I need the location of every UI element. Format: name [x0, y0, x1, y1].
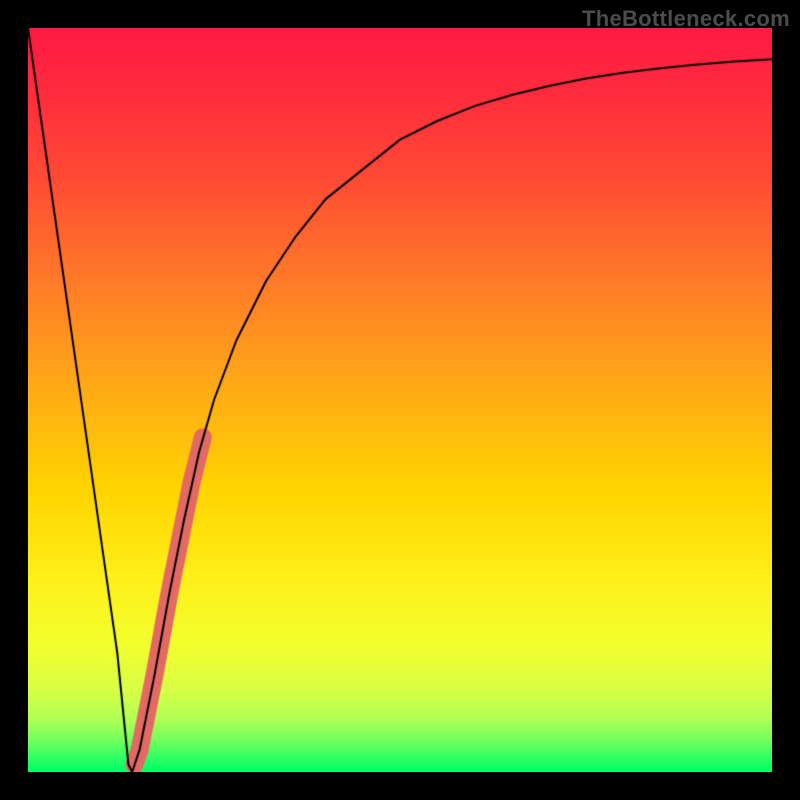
chart-area — [28, 28, 772, 772]
watermark-label: TheBottleneck.com — [582, 6, 790, 32]
chart-canvas — [28, 28, 772, 772]
